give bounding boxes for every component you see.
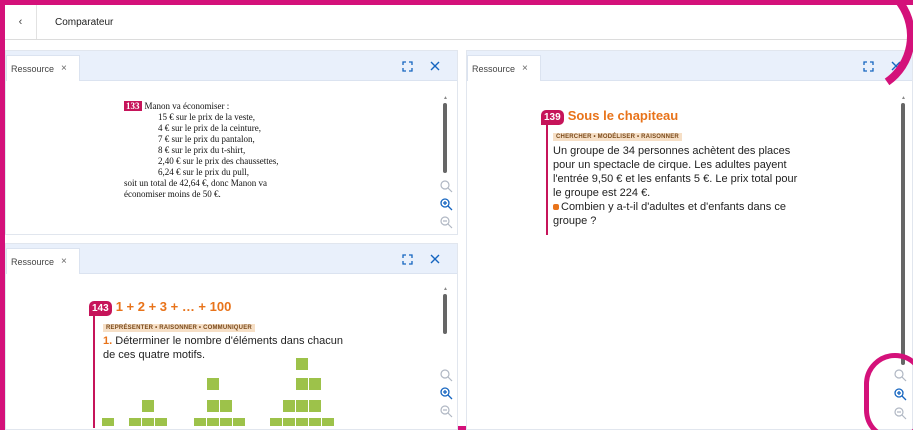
- zoom-out-icon[interactable]: [893, 406, 907, 420]
- exercise-143-content: 143 1 + 2 + 3 + … + 100 REPRÉSENTER • RAI…: [89, 298, 389, 362]
- tab-ressource[interactable]: Ressource ×: [6, 248, 80, 274]
- exercise-number: 143: [89, 301, 112, 316]
- close-panel-icon[interactable]: [888, 58, 904, 74]
- zoom-out-icon[interactable]: [439, 404, 453, 418]
- exercise-number: 133: [124, 101, 142, 111]
- saving-line: 6,24 € sur le prix du pull,: [158, 167, 249, 177]
- panel-header: Ressource ×: [6, 51, 457, 81]
- chevron-left-icon: ‹: [18, 16, 23, 28]
- zoom-out-icon[interactable]: [439, 215, 453, 229]
- question-line: de ces quatre motifs.: [103, 349, 206, 361]
- scroll-up-arrow[interactable]: ▲: [443, 95, 448, 101]
- motif-square: [322, 418, 334, 426]
- scrollbar-thumb[interactable]: [443, 103, 447, 173]
- exercise-139-content: 139 Sous le chapiteau CHERCHER • MODÉLISE…: [541, 107, 831, 228]
- saving-line: 7 € sur le prix du pantalon,: [158, 134, 255, 144]
- tab-ressource[interactable]: Ressource ×: [467, 55, 541, 81]
- scrollbar-thumb[interactable]: [443, 294, 447, 334]
- tab-close-icon[interactable]: ×: [61, 63, 67, 74]
- statement-line: le groupe est 224 €.: [553, 187, 651, 199]
- motif-square: [296, 358, 308, 370]
- close-panel-icon[interactable]: [427, 58, 443, 74]
- scroll-up-arrow[interactable]: ▲: [901, 95, 906, 101]
- statement-line: pour un spectacle de cirque. Les adultes…: [553, 159, 787, 171]
- motif-square: [220, 400, 232, 412]
- motif-square: [296, 418, 308, 426]
- motif-square: [207, 418, 219, 426]
- zoom-in-icon[interactable]: [893, 387, 907, 401]
- conclusion-line: soit un total de 42,64 €, donc Manon va: [124, 178, 267, 188]
- statement-line: l'entrée 9,50 € et les enfants 5 €. Le p…: [553, 173, 798, 185]
- statement-line: Un groupe de 34 personnes achètent des p…: [553, 145, 791, 157]
- motif-square: [220, 418, 232, 426]
- motif-square: [233, 418, 245, 426]
- exercise-number: 139: [541, 110, 564, 125]
- saving-line: 8 € sur le prix du t-shirt,: [158, 145, 246, 155]
- close-panel-icon[interactable]: [427, 251, 443, 267]
- motif-square: [283, 400, 295, 412]
- tab-label: Ressource: [11, 63, 55, 74]
- motif-square: [194, 418, 206, 426]
- tab-close-icon[interactable]: ×: [522, 63, 528, 74]
- zoom-reset-icon[interactable]: [893, 368, 907, 382]
- motif-square: [270, 418, 282, 426]
- exercise-intro: Manon va économiser :: [144, 101, 230, 111]
- motif-square: [142, 418, 154, 426]
- expand-icon[interactable]: [399, 251, 415, 267]
- resource-panel-2: Ressource × 143 1 + 2 + 3 + … + 100 REPRÉ…: [5, 243, 458, 430]
- motif-square: [155, 418, 167, 426]
- motif-square: [296, 378, 308, 390]
- resource-panel-3: Ressource × 139 Sous le chapiteau CHERCHE…: [466, 50, 913, 430]
- scrollbar-thumb[interactable]: [901, 103, 905, 365]
- tab-label: Ressource: [472, 63, 516, 74]
- motif-square: [296, 400, 308, 412]
- saving-line: 2,40 € sur le prix des chaussettes,: [158, 156, 279, 166]
- zoom-in-icon[interactable]: [439, 197, 453, 211]
- question-number: 1.: [103, 335, 113, 347]
- conclusion-line: économiser moins de 50 €.: [124, 189, 221, 199]
- back-button[interactable]: ‹: [5, 5, 37, 39]
- zoom-reset-icon[interactable]: [439, 179, 453, 193]
- motif-square: [102, 418, 114, 426]
- question-text: 1. Déterminer le nombre d'éléments dans …: [103, 334, 389, 362]
- exercise-title: Sous le chapiteau: [567, 108, 679, 123]
- exercise-statement: Un groupe de 34 personnes achètent des p…: [553, 144, 831, 228]
- zoom-reset-icon[interactable]: [439, 368, 453, 382]
- exercise-133-content: 133 Manon va économiser : 15 € sur le pri…: [124, 101, 278, 200]
- question-line: Combien y a-t-il d'adultes et d'enfants …: [561, 201, 786, 213]
- motif-square: [142, 400, 154, 412]
- skills-badge: CHERCHER • MODÉLISER • RAISONNER: [553, 133, 682, 141]
- motif-square: [129, 418, 141, 426]
- motif-square: [207, 378, 219, 390]
- saving-line: 15 € sur le prix de la veste,: [158, 112, 255, 122]
- motif-square: [309, 378, 321, 390]
- panel-header: Ressource ×: [467, 51, 912, 81]
- zoom-in-icon[interactable]: [439, 386, 453, 400]
- saving-line: 4 € sur le prix de la ceinture,: [158, 123, 261, 133]
- question-bullet-icon: [553, 204, 559, 210]
- resource-panel-1: Ressource × 133 Manon va économiser : 15 …: [5, 50, 458, 235]
- question-line: groupe ?: [553, 215, 597, 227]
- motif-square: [309, 400, 321, 412]
- question-line: Déterminer le nombre d'éléments dans cha…: [115, 335, 343, 347]
- tab-label: Ressource: [11, 256, 55, 267]
- expand-icon[interactable]: [399, 58, 415, 74]
- panel-header: Ressource ×: [6, 244, 457, 274]
- motif-square: [309, 418, 321, 426]
- exercise-title: 1 + 2 + 3 + … + 100: [115, 299, 232, 314]
- motif-square: [207, 400, 219, 412]
- app-title: Comparateur: [55, 16, 114, 28]
- tab-close-icon[interactable]: ×: [61, 256, 67, 267]
- scroll-up-arrow[interactable]: ▲: [443, 286, 448, 292]
- expand-icon[interactable]: [860, 58, 876, 74]
- motif-square: [283, 418, 295, 426]
- top-bar: ‹ Comparateur: [5, 5, 908, 40]
- skills-badge: REPRÉSENTER • RAISONNER • COMMUNIQUER: [103, 324, 255, 332]
- tab-ressource[interactable]: Ressource ×: [6, 55, 80, 81]
